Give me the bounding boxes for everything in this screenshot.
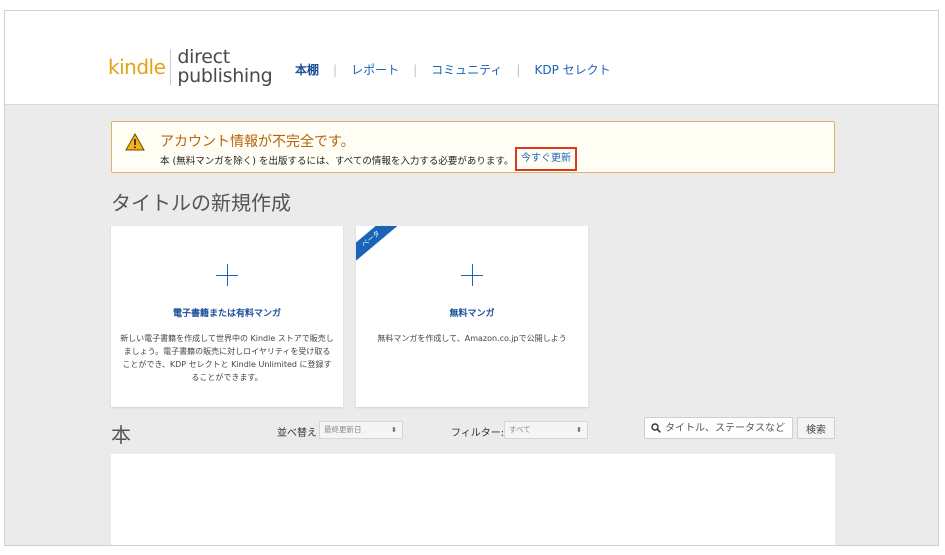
search-button[interactable]: 検索	[797, 417, 835, 439]
search-icon	[651, 423, 661, 433]
book-list-panel	[111, 454, 835, 545]
nav-bookshelf[interactable]: 本棚	[295, 61, 319, 78]
books-heading: 本	[111, 423, 131, 447]
nav-community[interactable]: コミュニティ	[431, 61, 502, 78]
site-header: kindle direct publishing 本棚 | レポート | コミュ…	[5, 11, 938, 105]
new-title-heading: タイトルの新規作成	[111, 191, 291, 215]
account-incomplete-alert: アカウント情報が不完全です。 本 (無料マンガを除く) を出版するには、すべての…	[111, 121, 835, 173]
filter-label: フィルター:	[451, 428, 505, 439]
search-box[interactable]	[644, 417, 793, 439]
free-manga-card-title[interactable]: 無料マンガ	[356, 306, 588, 319]
free-manga-create-card[interactable]: ベータ 無料マンガ 無料マンガを作成して、Amazon.co.jpで公開しよう	[356, 226, 588, 407]
nav-reports[interactable]: レポート	[351, 61, 399, 78]
alert-message: 本 (無料マンガを除く) を出版するには、すべての情報を入力する必要があります。	[160, 156, 514, 167]
plus-icon	[216, 264, 238, 286]
filter-select[interactable]: すべて ⬍	[504, 421, 588, 439]
alert-title: アカウント情報が不完全です。	[160, 134, 355, 150]
free-manga-card-description: 無料マンガを作成して、Amazon.co.jpで公開しよう	[377, 334, 567, 343]
select-caret-icon: ⬍	[576, 426, 582, 434]
beta-ribbon: ベータ	[356, 226, 403, 267]
search-input[interactable]	[665, 420, 789, 436]
select-caret-icon: ⬍	[391, 426, 397, 434]
logo-publishing-text: publishing	[177, 65, 273, 87]
ebook-create-card[interactable]: 電子書籍または有料マンガ 新しい電子書籍を作成して世界中の Kindle ストア…	[111, 226, 343, 407]
logo-divider	[170, 49, 172, 85]
nav-separator: |	[516, 62, 521, 77]
ebook-card-title[interactable]: 電子書籍または有料マンガ	[111, 306, 343, 319]
nav-separator: |	[413, 62, 418, 77]
sort-label: 並べ替え	[277, 428, 317, 439]
main-nav: 本棚 | レポート | コミュニティ | KDP セレクト	[295, 61, 611, 78]
ebook-card-description: 新しい電子書籍を作成して世界中の Kindle ストアで販売しましょう。電子書籍…	[120, 334, 334, 382]
plus-icon	[461, 264, 483, 286]
warning-icon	[125, 133, 145, 151]
sort-select[interactable]: 最終更新日 ⬍	[319, 421, 403, 439]
nav-kdp-select[interactable]: KDP セレクト	[534, 61, 610, 78]
nav-separator: |	[333, 62, 338, 77]
sort-select-value: 最終更新日	[324, 425, 362, 434]
logo-kindle-text: kindle	[108, 55, 166, 79]
kdp-logo[interactable]: kindle direct publishing	[108, 47, 273, 87]
filter-select-value: すべて	[509, 425, 531, 434]
update-now-link[interactable]: 今すぐ更新	[515, 147, 577, 171]
browser-viewport: kindle direct publishing 本棚 | レポート | コミュ…	[4, 10, 939, 546]
logo-direct-publishing: direct publishing	[177, 48, 272, 86]
